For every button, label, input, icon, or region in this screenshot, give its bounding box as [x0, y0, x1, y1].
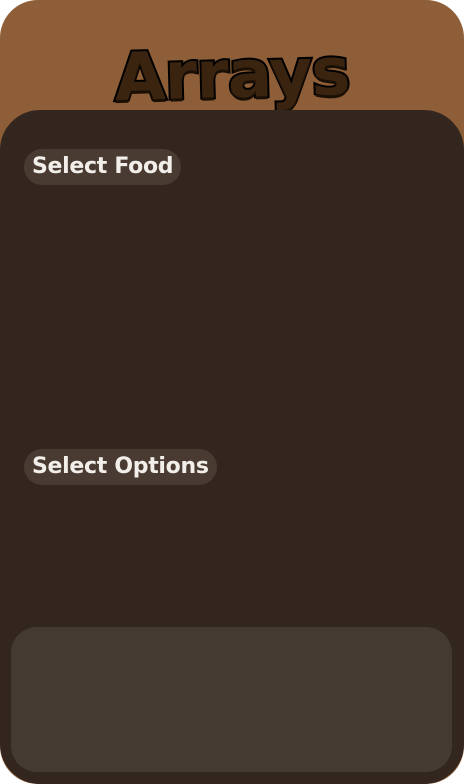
app-frame: Arrays Select Food Select Options [0, 0, 464, 784]
food-selection-area [24, 194, 440, 434]
options-selection-area [24, 494, 440, 614]
select-food-label: Select Food [24, 149, 182, 185]
result-box [11, 627, 452, 772]
content-panel: Select Food Select Options [0, 110, 464, 784]
select-options-label: Select Options [24, 449, 217, 485]
